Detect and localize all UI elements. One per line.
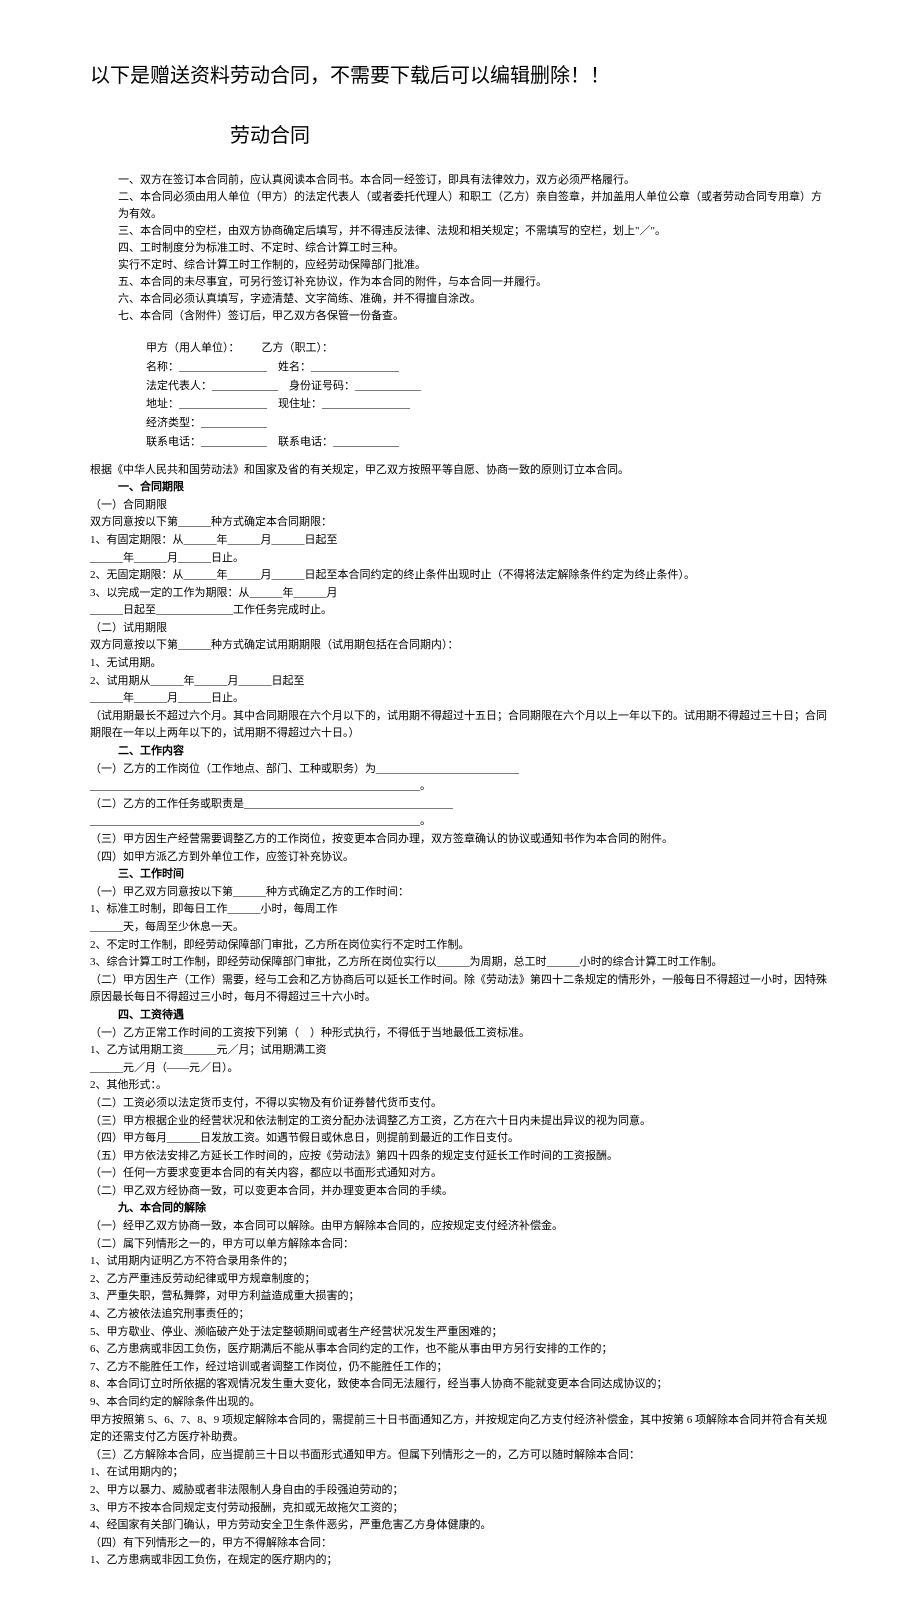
- s3-line: ______天，每周至少休息一天。: [90, 919, 830, 937]
- party-a-rep: 法定代表人：____________: [146, 380, 278, 392]
- s9-item: 2、甲方以暴力、威胁或者非法限制人身自由的手段强迫劳动的；: [90, 1482, 830, 1500]
- party-b-addr: 现住址：________________: [278, 398, 410, 410]
- section-2-head: 二、工作内容: [118, 743, 830, 761]
- s2-line: ________________________________________…: [90, 813, 830, 831]
- s3-line: 2、不定时工作制，即经劳动保障部门审批，乙方所在岗位实行不定时工作制。: [90, 937, 830, 955]
- s9-line: （三）乙方解除本合同，应当提前三十日以书面形式通知甲方。但属下列情形之一的，乙方…: [90, 1447, 830, 1465]
- s1-sub2: （二）试用期限: [90, 620, 830, 638]
- intro-item: 五、本合同的未尽事宜，可另行签订补充协议，作为本合同的附件，与本合同一并履行。: [118, 274, 830, 291]
- party-a-phone: 联系电话：____________: [146, 436, 267, 448]
- s9-item: 5、甲方歇业、停业、濒临破产处于法定整顿期间或者生产经营状况发生严重困难的；: [90, 1324, 830, 1342]
- s2-line: （一）乙方的工作岗位（工作地点、部门、工种或职务）为______________…: [90, 761, 830, 779]
- s1-note: （试用期最长不超过六个月。其中合同期限在六个月以下的，试用期不得超过十五日；合同…: [90, 708, 830, 743]
- party-a-name: 名称：________________: [146, 361, 267, 373]
- party-a-label: 甲方（用人单位）：: [146, 342, 240, 354]
- s1-line: 双方同意按以下第______种方式确定试用期期限（试用期包括在合同期内）：: [90, 637, 830, 655]
- s1-line: 3、以完成一定的工作为期限：从______年______月: [90, 585, 830, 603]
- s9-item: 1、在试用期内的；: [90, 1464, 830, 1482]
- section-3-head: 三、工作时间: [118, 866, 830, 884]
- s9-item: 2、乙方严重违反劳动纪律或甲方规章制度的；: [90, 1271, 830, 1289]
- s9-item: 7、乙方不能胜任工作，经过培训或者调整工作岗位，仍不能胜任工作的；: [90, 1359, 830, 1377]
- s1-line: 1、无试用期。: [90, 655, 830, 673]
- s9-item: 6、乙方患病或非因工负伤，医疗期满后不能从事本合同约定的工作，也不能从事由甲方另…: [90, 1341, 830, 1359]
- s4-line: （一）任何一方要求变更本合同的有关内容，都应以书面形式通知对方。: [90, 1165, 830, 1183]
- document-main-title: 劳动合同: [230, 120, 830, 152]
- s2-line: ________________________________________…: [90, 778, 830, 796]
- intro-item: 三、本合同中的空栏，由双方协商确定后填写，并不得违反法律、法规和相关规定；不需填…: [118, 223, 830, 240]
- intro-item: 四、工时制度分为标准工时、不定时、综合计算工时三种。: [118, 240, 830, 257]
- s4-line: 2、其他形式：。: [90, 1077, 830, 1095]
- s1-line: 2、试用期从______年______月______日起至: [90, 673, 830, 691]
- s9-item: 1、乙方患病或非因工负伤，在规定的医疗期内的；: [90, 1552, 830, 1570]
- section-4-head: 四、工资待遇: [118, 1007, 830, 1025]
- s1-line: ______年______月______日止。: [90, 690, 830, 708]
- s9-item: 8、本合同订立时所依据的客观情况发生重大变化，致使本合同无法履行，经当事人协商不…: [90, 1376, 830, 1394]
- party-a-econ: 经济类型：____________: [146, 417, 267, 429]
- party-b-id: 身份证号码：____________: [289, 380, 421, 392]
- s4-line: （二）工资必须以法定货币支付，不得以实物及有价证券替代货币支付。: [90, 1095, 830, 1113]
- intro-item: 一、双方在签订本合同前，应认真阅读本合同书。本合同一经签订，即具有法律效力，双方…: [118, 172, 830, 189]
- s9-item: 3、甲方不按本合同规定支付劳动报酬，克扣或无故拖欠工资的；: [90, 1500, 830, 1518]
- s9-item: 1、试用期内证明乙方不符合录用条件的；: [90, 1253, 830, 1271]
- intro-item: 六、本合同必须认真填写，字迹清楚、文字简练、准确，并不得擅自涂改。: [118, 291, 830, 308]
- s4-line: （四）甲方每月______日发放工资。如遇节假日或休息日，则提前到最近的工作日支…: [90, 1130, 830, 1148]
- s1-line: 双方同意按以下第______种方式确定本合同期限：: [90, 514, 830, 532]
- section-1-head: 一、合同期限: [118, 479, 830, 497]
- s9-item: 4、乙方被依法追究刑事责任的；: [90, 1306, 830, 1324]
- intro-item: 七、本合同（含附件）签订后，甲乙双方各保管一份备查。: [118, 308, 830, 325]
- section-9-head: 九、本合同的解除: [118, 1200, 830, 1218]
- s3-line: 3、综合计算工时工作制，即经劳动保障部门审批，乙方所在岗位实行以______为周…: [90, 954, 830, 972]
- s2-line: （二）乙方的工作任务或职责是__________________________…: [90, 796, 830, 814]
- party-b-label: 乙方（职工）：: [262, 342, 334, 354]
- s9-line: （四）有下列情形之一的，甲方不得解除本合同：: [90, 1535, 830, 1553]
- s2-line: （三）甲方因生产经营需要调整乙方的工作岗位，按变更本合同办理，双方签章确认的协议…: [90, 831, 830, 849]
- s4-line: （五）甲方依法安排乙方延长工作时间的，应按《劳动法》第四十四条的规定支付延长工作…: [90, 1148, 830, 1166]
- s1-line: ______日起至______________工作任务完成时止。: [90, 602, 830, 620]
- s4-line: （二）甲乙双方经协商一致，可以变更本合同，并办理变更本合同的手续。: [90, 1183, 830, 1201]
- s1-line: ______年______月______日止。: [90, 550, 830, 568]
- s1-sub1: （一）合同期限: [90, 497, 830, 515]
- s4-line: ______元／月（——元／日）。: [90, 1060, 830, 1078]
- s9-item: 3、严重失职，营私舞弊，对甲方利益造成重大损害的；: [90, 1288, 830, 1306]
- bonus-material-notice: 以下是赠送资料劳动合同，不需要下载后可以编辑删除！！: [90, 60, 830, 92]
- s3-line: 1、标准工时制，即每日工作______小时，每周工作: [90, 901, 830, 919]
- s4-line: （三）甲方根据企业的经营状况和依法制定的工资分配办法调整乙方工资，乙方在六十日内…: [90, 1113, 830, 1131]
- s1-line: 1、有固定期限：从______年______月______日起至: [90, 532, 830, 550]
- party-a-addr: 地址：________________: [146, 398, 267, 410]
- s9-item: 4、经国家有关部门确认，甲方劳动安全卫生条件恶劣，严重危害乙方身体健康的。: [90, 1517, 830, 1535]
- s9-line: 甲方按照第 5、6、7、8、9 项规定解除本合同的，需提前三十日书面通知乙方，并…: [90, 1412, 830, 1447]
- party-info-block: 甲方（用人单位）： 乙方（职工）： 名称：________________ 姓名…: [146, 339, 830, 451]
- intro-item: 实行不定时、综合计算工时工作制的，应经劳动保障部门批准。: [118, 257, 830, 274]
- s4-line: 1、乙方试用期工资______元／月；试用期满工资: [90, 1042, 830, 1060]
- party-b-name: 姓名：________________: [278, 361, 399, 373]
- s9-line: （一）经甲乙双方协商一致，本合同可以解除。由甲方解除本合同的，应按规定支付经济补…: [90, 1218, 830, 1236]
- intro-item: 二、本合同必须由用人单位（甲方）的法定代表人（或者委托代理人）和职工（乙方）亲自…: [118, 189, 830, 223]
- s3-line: （一）甲乙双方同意按以下第______种方式确定乙方的工作时间：: [90, 884, 830, 902]
- s3-line: （二）甲方因生产（工作）需要，经与工会和乙方协商后可以延长工作时间。除《劳动法》…: [90, 972, 830, 1007]
- s9-line: （二）属下列情形之一的，甲方可以单方解除本合同：: [90, 1236, 830, 1254]
- s9-item: 9、本合同约定的解除条件出现的。: [90, 1394, 830, 1412]
- s4-line: （一）乙方正常工作时间的工资按下列第（ ）种形式执行，不得低于当地最低工资标准。: [90, 1025, 830, 1043]
- intro-notes: 一、双方在签订本合同前，应认真阅读本合同书。本合同一经签订，即具有法律效力，双方…: [118, 172, 830, 325]
- party-b-phone: 联系电话：____________: [278, 436, 399, 448]
- s2-line: （四）如甲方派乙方到外单位工作，应签订补充协议。: [90, 849, 830, 867]
- s1-line: 2、无固定期限：从______年______月______日起至本合同约定的终止…: [90, 567, 830, 585]
- preamble: 根据《中华人民共和国劳动法》和国家及省的有关规定，甲乙双方按照平等自愿、协商一致…: [90, 462, 830, 480]
